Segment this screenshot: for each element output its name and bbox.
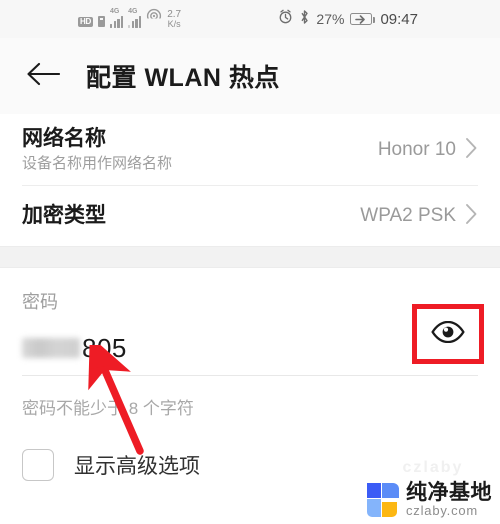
- status-bar-left: HD 4G 4G 2.7 K/s: [14, 8, 181, 31]
- alarm-clock-icon: [278, 9, 293, 29]
- network-name-value-group: Honor 10: [378, 137, 478, 164]
- bluetooth-icon: [299, 9, 310, 30]
- network-name-texts: 网络名称 设备名称用作网络名称: [22, 127, 172, 172]
- setting-row-encryption-type[interactable]: 加密类型 WPA2 PSK: [0, 186, 500, 246]
- eye-visibility-icon: [431, 320, 465, 348]
- password-label: 密码: [22, 292, 58, 312]
- advanced-options-label: 显示高级选项: [74, 455, 200, 478]
- setting-row-network-name[interactable]: 网络名称 设备名称用作网络名称 Honor 10: [0, 114, 500, 186]
- encryption-type-title: 加密类型: [22, 203, 106, 227]
- checkbox-unchecked-icon[interactable]: [22, 449, 54, 481]
- status-bar-clock: 09:47: [380, 10, 418, 28]
- sim-card-icon: [97, 15, 105, 27]
- chevron-right-icon: [465, 137, 478, 164]
- hd-icon: HD: [78, 16, 93, 27]
- watermark-brand-cn: 纯净基地: [406, 481, 492, 505]
- watermark-text: 纯净基地 czlaby.com: [406, 482, 492, 518]
- battery-charging-icon: [350, 13, 376, 25]
- signal-bars-1: [109, 16, 124, 28]
- status-bar: HD 4G 4G 2.7 K/s 27% 09:47: [0, 0, 500, 38]
- back-arrow-icon: [26, 61, 61, 92]
- network-type-1-label: 4G: [109, 8, 120, 15]
- battery-percent-label: 27%: [316, 11, 345, 27]
- back-button[interactable]: [22, 55, 64, 97]
- password-value[interactable]: 805: [22, 333, 127, 364]
- hotspot-icon: [146, 8, 163, 28]
- network-speed-unit: K/s: [167, 19, 181, 30]
- password-underline: [22, 375, 478, 376]
- app-bar: 配置 WLAN 热点: [0, 38, 500, 114]
- encryption-type-texts: 加密类型: [22, 204, 106, 228]
- password-masked-portion: [22, 338, 80, 358]
- network-name-subtitle: 设备名称用作网络名称: [22, 155, 173, 173]
- signal-bars-2: [128, 16, 142, 28]
- watermark-brand-url: czlaby.com: [406, 503, 479, 519]
- phone-screen: HD 4G 4G 2.7 K/s 27% 09:47 配置 WLAN 热点 网络…: [0, 0, 500, 524]
- password-visibility-toggle[interactable]: [412, 304, 484, 364]
- network-name-title: 网络名称: [22, 127, 106, 151]
- section-separator: [0, 246, 500, 268]
- password-field[interactable]: 805: [22, 304, 484, 376]
- password-section: 密码 805 密码不能少于 8 个字符: [0, 268, 500, 419]
- network-name-value: Honor 10: [377, 139, 456, 160]
- encryption-type-value: WPA2 PSK: [360, 205, 456, 226]
- password-hint: 密码不能少于 8 个字符: [22, 399, 194, 418]
- status-bar-right: 27% 09:47: [278, 9, 486, 30]
- watermark: 纯净基地 czlaby.com: [367, 482, 492, 518]
- signal-1-icon: 4G: [109, 8, 124, 28]
- password-visible-suffix: 805: [82, 332, 127, 363]
- page-title: 配置 WLAN 热点: [86, 64, 280, 92]
- network-speed-indicator: 2.7 K/s: [167, 9, 181, 30]
- czlaby-logo-icon: [367, 483, 399, 518]
- signal-2-icon: 4G: [128, 8, 142, 28]
- network-type-2-label: 4G: [128, 8, 138, 15]
- watermark-ghost-text: czlaby: [402, 459, 464, 476]
- chevron-right-icon: [465, 203, 478, 230]
- encryption-type-value-group: WPA2 PSK: [360, 203, 478, 230]
